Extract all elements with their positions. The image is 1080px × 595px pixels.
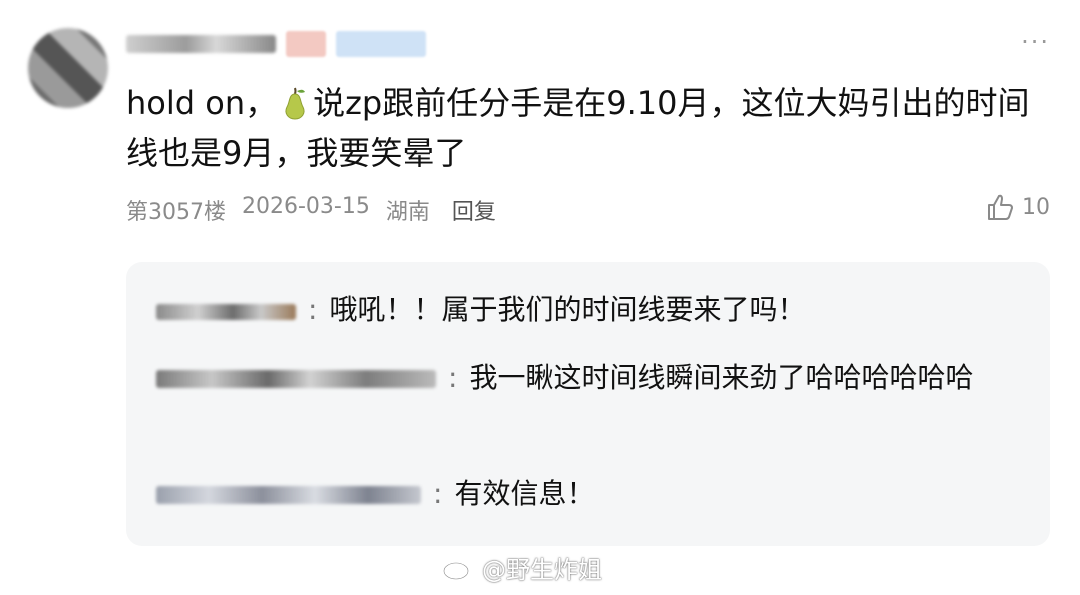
weibo-logo-icon	[443, 556, 473, 580]
avatar[interactable]	[28, 28, 108, 108]
reply-item[interactable]: : 有效信息！	[156, 468, 594, 521]
comment-meta: 第3057楼 2026-03-15 湖南 回复	[126, 194, 496, 226]
more-options-icon[interactable]: ···	[1021, 28, 1050, 56]
weibo-watermark: @野生炸姐	[442, 550, 602, 585]
user-level-badge	[286, 31, 326, 57]
comment-body: hold on， 说zp跟前任分手是在9.10月，这位大妈引出的时间线也是9月，…	[126, 78, 1046, 178]
comment-date: 2026-03-15	[242, 194, 370, 219]
reply-text: 有效信息！	[454, 477, 595, 510]
reply-colon: :	[448, 361, 458, 394]
watermark-text: @野生炸姐	[482, 556, 602, 584]
comment-text-before: hold on，	[126, 84, 278, 122]
reply-thread[interactable]: : 哦吼！！属于我们的时间线要来了吗！ : 我一瞅这时间线瞬间来劲了哈哈哈哈哈哈 :…	[126, 262, 1050, 546]
pear-emoji-icon	[285, 87, 306, 120]
thumbs-up-icon	[988, 194, 1013, 220]
blurred-reply-username	[156, 469, 421, 521]
username-row[interactable]	[126, 30, 426, 58]
reply-item[interactable]: : 我一瞅这时间线瞬间来劲了哈哈哈哈哈哈	[156, 352, 1026, 405]
blurred-reply-username	[156, 353, 436, 405]
blurred-reply-username	[156, 285, 296, 337]
reply-colon: :	[308, 293, 318, 326]
reply-item[interactable]: : 哦吼！！属于我们的时间线要来了吗！	[156, 284, 805, 337]
reply-text: 哦吼！！属于我们的时间线要来了吗！	[329, 293, 806, 326]
user-title-badge	[336, 31, 426, 57]
blurred-username	[126, 35, 276, 53]
reply-button[interactable]: 回复	[452, 194, 496, 226]
like-count: 10	[1022, 194, 1050, 220]
floor-number: 第3057楼	[126, 200, 226, 225]
reply-colon: :	[433, 477, 443, 510]
reply-text: 我一瞅这时间线瞬间来劲了哈哈哈哈哈哈	[469, 361, 974, 394]
like-button[interactable]: 10	[986, 192, 1050, 222]
comment-location: 湖南	[385, 200, 430, 225]
